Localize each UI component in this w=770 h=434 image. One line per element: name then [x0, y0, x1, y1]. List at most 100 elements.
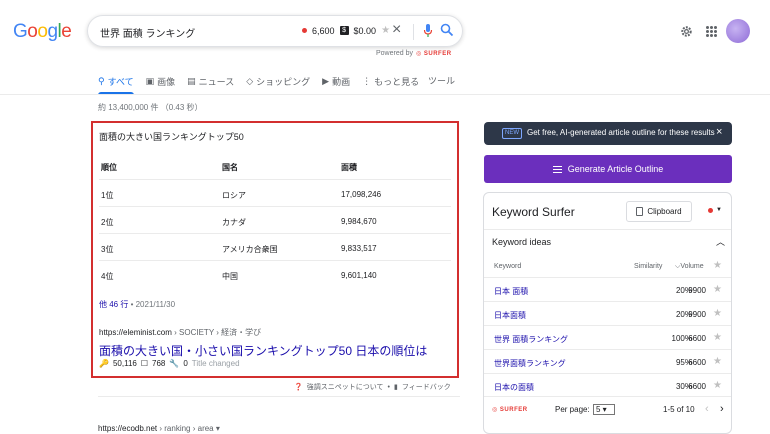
tab-label: すべて	[107, 76, 134, 87]
table-cell: カナダ	[222, 218, 246, 227]
logo-letter: o	[37, 21, 48, 42]
table-cell: 17,098,246	[341, 190, 382, 199]
clipboard-icon	[636, 207, 644, 216]
snippet-feedback: ❓ 強調スニペットについて • ▮ フィードバック	[294, 382, 451, 392]
page-icon: ☐	[140, 359, 149, 368]
table-header: 順位	[101, 163, 117, 172]
result-path: › ranking › area	[157, 424, 214, 433]
microphone-icon[interactable]	[423, 23, 433, 39]
shopping-icon: ◇	[246, 75, 254, 86]
tab-news[interactable]: ▤ ニュース	[187, 74, 234, 88]
col-volume[interactable]: ⌵Volume	[675, 263, 704, 271]
keyword-link[interactable]: 日本面積	[494, 310, 526, 321]
search-icon: ⚲	[98, 75, 105, 86]
search-icon[interactable]	[440, 23, 454, 37]
clear-icon[interactable]: ×	[392, 21, 401, 39]
result-domain: https://eleminist.com	[99, 328, 172, 337]
tab-images[interactable]: ▣ 画像	[146, 74, 176, 88]
more-icon: ⋮	[362, 75, 372, 86]
clipboard-button[interactable]: Clipboard	[626, 201, 692, 222]
generate-outline-button[interactable]: Generate Article Outline	[484, 155, 732, 183]
table-header: 面積	[341, 163, 357, 172]
country-flag-icon	[708, 207, 713, 213]
per-page-value: 5	[596, 405, 601, 414]
search-box[interactable]: 世界 面積 ランキング 6,600 $ $0.00 ★ ×	[87, 15, 463, 47]
star-icon[interactable]: ★	[713, 284, 722, 295]
divider	[484, 229, 731, 230]
chevron-down-icon[interactable]: ▾	[216, 424, 220, 433]
new-badge: NEW	[502, 128, 522, 139]
keyword-link[interactable]: 日本 面積	[494, 286, 528, 297]
col-similarity[interactable]: Similarity	[634, 263, 662, 270]
country-selector[interactable]: ▼	[708, 207, 722, 213]
table-cell: 4位	[101, 272, 114, 281]
keyword-link[interactable]: 世界 面積ランキング	[494, 334, 568, 345]
more-rows-link[interactable]: 他 46 行	[99, 300, 128, 309]
chevron-up-icon[interactable]: ︿	[716, 235, 725, 248]
apps-icon[interactable]	[706, 26, 717, 37]
tab-label: ショッピング	[256, 76, 311, 87]
keyword-link[interactable]: 日本の面積	[494, 382, 534, 393]
divider	[413, 24, 414, 40]
search-input[interactable]: 世界 面積 ランキング	[100, 25, 195, 40]
google-logo[interactable]: Google	[13, 21, 72, 43]
star-icon[interactable]: ★	[381, 25, 390, 36]
table-cell: 9,601,140	[341, 271, 377, 280]
outline-promo-banner: NEW Get free, AI-generated article outli…	[484, 122, 732, 145]
close-icon[interactable]: ×	[716, 126, 722, 138]
star-icon[interactable]: ★	[713, 332, 722, 343]
tab-shopping[interactable]: ◇ ショッピング	[246, 74, 310, 88]
tab-more[interactable]: ⋮ もっと見る	[362, 74, 419, 88]
table-row: 1位 ロシア 17,098,246	[99, 180, 451, 207]
about-snippets-link[interactable]: 強調スニペットについて	[307, 382, 384, 392]
table-cell: 3位	[101, 245, 114, 254]
keyword-row: 世界 面積ランキング 100% 6600 ★	[484, 325, 731, 349]
star-icon[interactable]: ★	[713, 356, 722, 367]
surfer-logo: ◎ SURFER	[492, 407, 528, 413]
table-row: 2位 カナダ 9,984,670	[99, 207, 451, 234]
avatar[interactable]	[726, 19, 750, 43]
word-count: 50,116	[112, 359, 137, 368]
gear-icon[interactable]	[680, 25, 693, 38]
keyword-volume: 6600	[688, 334, 706, 343]
surfer-logo: ◎ SURFER	[415, 51, 452, 57]
news-icon: ▤	[187, 75, 196, 86]
keyword-row: 日本の面積 30% 6600 ★	[484, 373, 731, 397]
panel-title: Keyword Surfer	[492, 205, 575, 219]
keyword-link[interactable]: 世界面積ランキング	[494, 358, 566, 369]
logo-letter: o	[27, 21, 38, 42]
dollar-icon: $	[339, 26, 349, 35]
table-row: 3位 アメリカ合衆国 9,833,517	[99, 234, 451, 261]
tab-videos[interactable]: ▶ 動画	[322, 74, 350, 88]
generate-outline-label: Generate Article Outline	[567, 164, 664, 174]
star-icon[interactable]: ★	[713, 308, 722, 319]
keyword-volume: 6600	[688, 358, 706, 367]
star-icon[interactable]: ★	[713, 380, 722, 391]
snippet-date: • 2021/11/30	[128, 300, 176, 309]
video-icon: ▶	[322, 75, 330, 86]
result-url[interactable]: https://eleminist.com › SOCIETY › 経済・学び	[99, 327, 261, 338]
keyword-ideas-heading: Keyword ideas	[492, 237, 552, 247]
per-page-select[interactable]: 5 ▾	[593, 404, 615, 415]
search-tabs: ⚲ すべて ▣ 画像 ▤ ニュース ◇ ショッピング ▶ 動画 ⋮ もっと見る	[98, 74, 419, 88]
page-range: 1-5 of 10	[663, 405, 695, 414]
help-icon: ❓	[294, 384, 303, 391]
snippet-title: 面積の大きい国ランキングトップ50	[99, 132, 244, 142]
tools-button[interactable]: ツール	[428, 74, 455, 87]
result-url[interactable]: https://ecodb.net › ranking › area ▾	[98, 424, 220, 433]
link-count: 768	[152, 359, 166, 368]
col-volume-label: Volume	[680, 263, 704, 270]
feedback-link[interactable]: フィードバック	[402, 382, 451, 392]
tab-label: ニュース	[198, 76, 235, 87]
keyword-surfer-panel: Keyword Surfer Clipboard ▼ Keyword ideas…	[483, 192, 732, 434]
keyword-volume: 9900	[688, 310, 706, 319]
list-icon	[552, 165, 562, 173]
result-title-link[interactable]: 面積の大きい国・小さい国ランキングトップ50 日本の順位は	[99, 342, 427, 359]
star-icon[interactable]: ★	[713, 260, 722, 271]
tab-all[interactable]: ⚲ すべて	[98, 74, 134, 88]
chevron-left-icon[interactable]: ‹	[705, 403, 709, 415]
pagination: ◎ SURFER Per page: 5 ▾ 1-5 of 10 ‹ ›	[492, 403, 728, 415]
chevron-right-icon[interactable]: ›	[720, 403, 724, 415]
keyword-volume: 9900	[688, 286, 706, 295]
tab-label: もっと見る	[374, 76, 420, 87]
